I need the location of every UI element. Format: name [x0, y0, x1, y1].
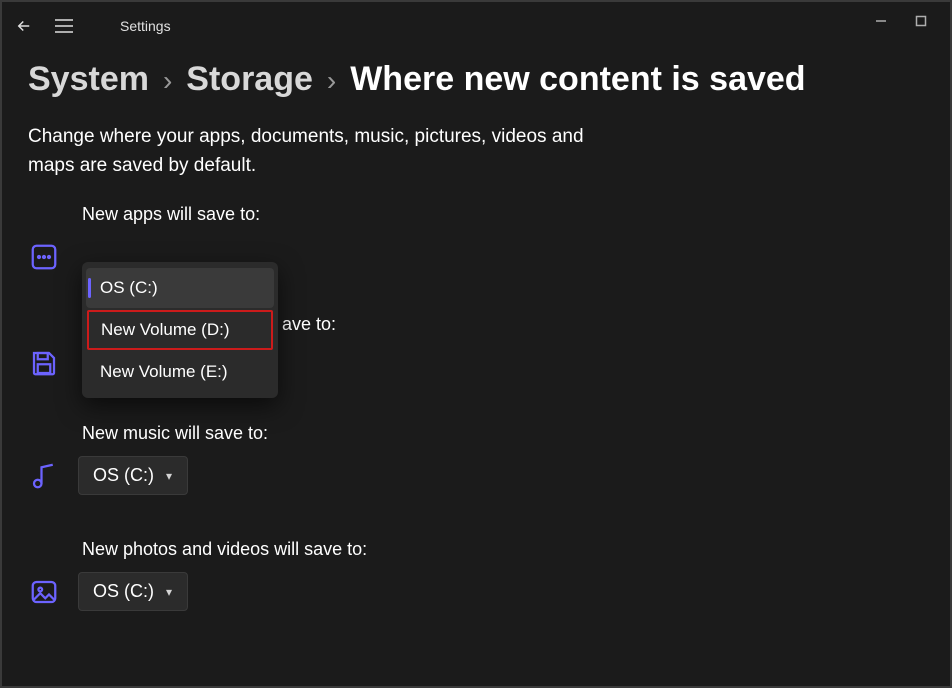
- section-photos: New photos and videos will save to: OS (…: [28, 539, 924, 611]
- breadcrumb: System › Storage › Where new content is …: [2, 50, 950, 119]
- apps-icon: [28, 241, 60, 273]
- dropdown-option-new-volume-d[interactable]: New Volume (D:): [87, 310, 273, 350]
- menu-button[interactable]: [54, 16, 74, 36]
- dropdown-value: OS (C:): [93, 465, 154, 486]
- image-icon: [28, 576, 60, 608]
- music-icon: [28, 460, 60, 492]
- breadcrumb-storage[interactable]: Storage: [186, 60, 313, 99]
- section-label-photos: New photos and videos will save to:: [82, 539, 924, 560]
- apps-dropdown-flyout: OS (C:) New Volume (D:) New Volume (E:): [82, 262, 278, 398]
- section-label-apps: New apps will save to:: [82, 204, 924, 225]
- chevron-right-icon: ›: [163, 65, 172, 97]
- title-bar: Settings: [2, 2, 950, 50]
- minimize-button[interactable]: [872, 12, 890, 30]
- app-title: Settings: [120, 18, 171, 34]
- maximize-button[interactable]: [912, 12, 930, 30]
- dropdown-option-new-volume-e[interactable]: New Volume (E:): [86, 352, 274, 392]
- page-description: Change where your apps, documents, music…: [2, 119, 642, 204]
- chevron-down-icon: ▾: [166, 585, 172, 599]
- dropdown-value: OS (C:): [93, 581, 154, 602]
- section-label-documents: ave to:: [282, 314, 924, 335]
- section-music: New music will save to: OS (C:) ▾: [28, 423, 924, 495]
- back-button[interactable]: [14, 16, 34, 36]
- music-location-dropdown[interactable]: OS (C:) ▾: [78, 456, 188, 495]
- save-icon: [28, 347, 60, 379]
- chevron-right-icon: ›: [327, 65, 336, 97]
- photos-location-dropdown[interactable]: OS (C:) ▾: [78, 572, 188, 611]
- chevron-down-icon: ▾: [166, 469, 172, 483]
- breadcrumb-system[interactable]: System: [28, 60, 149, 99]
- page-title: Where new content is saved: [350, 60, 805, 99]
- section-label-music: New music will save to:: [82, 423, 924, 444]
- dropdown-option-os-c[interactable]: OS (C:): [86, 268, 274, 308]
